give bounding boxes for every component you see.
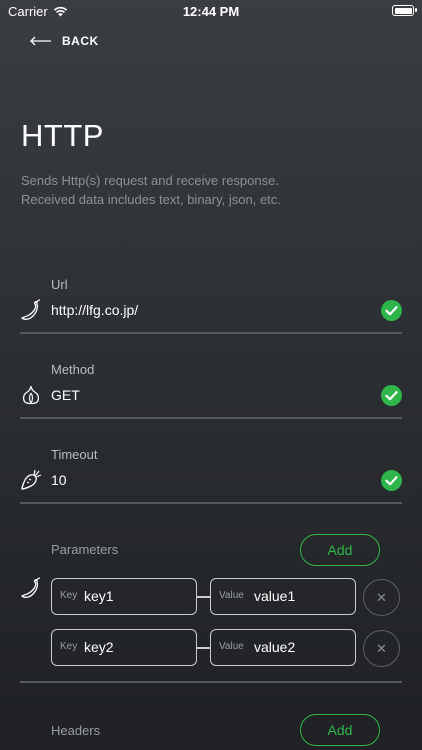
timeout-label: Timeout xyxy=(51,447,98,462)
parameter-value-value: value1 xyxy=(254,588,296,604)
check-circle-icon xyxy=(381,300,402,321)
key-tag: Key xyxy=(60,641,78,652)
url-field[interactable]: Url http://lfg.co.jp/ xyxy=(20,277,402,337)
timeout-field[interactable]: Timeout 10 xyxy=(20,447,402,507)
back-label: BACK xyxy=(62,34,99,48)
parameters-label: Parameters xyxy=(51,542,119,557)
close-icon: ✕ xyxy=(376,589,387,605)
method-underline xyxy=(20,417,402,419)
add-parameter-button[interactable]: Add xyxy=(300,534,380,566)
parameters-divider xyxy=(20,681,402,683)
headers-label: Headers xyxy=(51,723,101,738)
remove-parameter-button[interactable]: ✕ xyxy=(363,579,400,616)
parameter-key-value: key2 xyxy=(84,639,114,655)
parameter-key-input[interactable]: Key key1 xyxy=(51,578,197,615)
method-label: Method xyxy=(51,362,95,377)
url-underline xyxy=(20,332,402,334)
page-description: Sends Http(s) request and receive respon… xyxy=(21,171,401,209)
carrot-icon xyxy=(21,469,42,490)
chili-pepper-icon xyxy=(21,299,41,320)
status-bar: Carrier 12:44 PM xyxy=(0,0,422,24)
garlic-icon xyxy=(22,385,40,405)
close-icon: ✕ xyxy=(376,640,387,656)
parameter-value-value: value2 xyxy=(254,639,296,655)
add-header-button[interactable]: Add xyxy=(300,714,380,746)
status-time: 12:44 PM xyxy=(182,4,240,19)
back-button[interactable]: BACK xyxy=(30,34,99,48)
timeout-input[interactable]: 10 xyxy=(51,472,67,488)
remove-parameter-button[interactable]: ✕ xyxy=(363,630,400,667)
method-field[interactable]: Method GET xyxy=(20,362,402,422)
timeout-underline xyxy=(20,502,402,504)
kv-connector xyxy=(197,647,210,649)
value-tag: Value xyxy=(219,641,244,652)
check-circle-icon xyxy=(381,385,402,406)
key-tag: Key xyxy=(60,590,78,601)
battery-icon xyxy=(392,5,417,16)
parameter-key-input[interactable]: Key key2 xyxy=(51,629,197,666)
description-line-2: Received data includes text, binary, jso… xyxy=(21,192,281,207)
arrow-left-icon xyxy=(30,36,51,46)
url-label: Url xyxy=(51,277,68,292)
method-input[interactable]: GET xyxy=(51,387,80,403)
description-line-1: Sends Http(s) request and receive respon… xyxy=(21,173,279,188)
url-input[interactable]: http://lfg.co.jp/ xyxy=(51,302,138,318)
chili-pepper-icon xyxy=(21,577,41,598)
parameter-key-value: key1 xyxy=(84,588,114,604)
parameter-value-input[interactable]: Value value1 xyxy=(210,578,356,615)
kv-connector xyxy=(197,596,210,598)
parameter-value-input[interactable]: Value value2 xyxy=(210,629,356,666)
page-title: HTTP xyxy=(21,118,104,153)
check-circle-icon xyxy=(381,470,402,491)
value-tag: Value xyxy=(219,590,244,601)
